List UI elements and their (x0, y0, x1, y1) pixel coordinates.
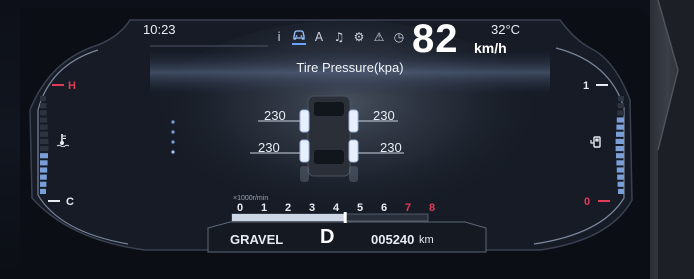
odometer: 005240 (371, 232, 415, 247)
drive-mode: GRAVEL (230, 232, 284, 247)
instrument-cluster-screen: 10:23 32°C 82 km/h i A ♫ ⚙ ⚠ ◷ Tire Pres… (0, 0, 694, 279)
tachometer-bar (231, 212, 429, 223)
tachometer-needle (343, 212, 347, 223)
odometer-unit: km (419, 234, 434, 246)
gear-indicator: D (320, 226, 335, 248)
cluster-housing-edge (650, 0, 694, 279)
tachometer-fill (232, 214, 345, 221)
